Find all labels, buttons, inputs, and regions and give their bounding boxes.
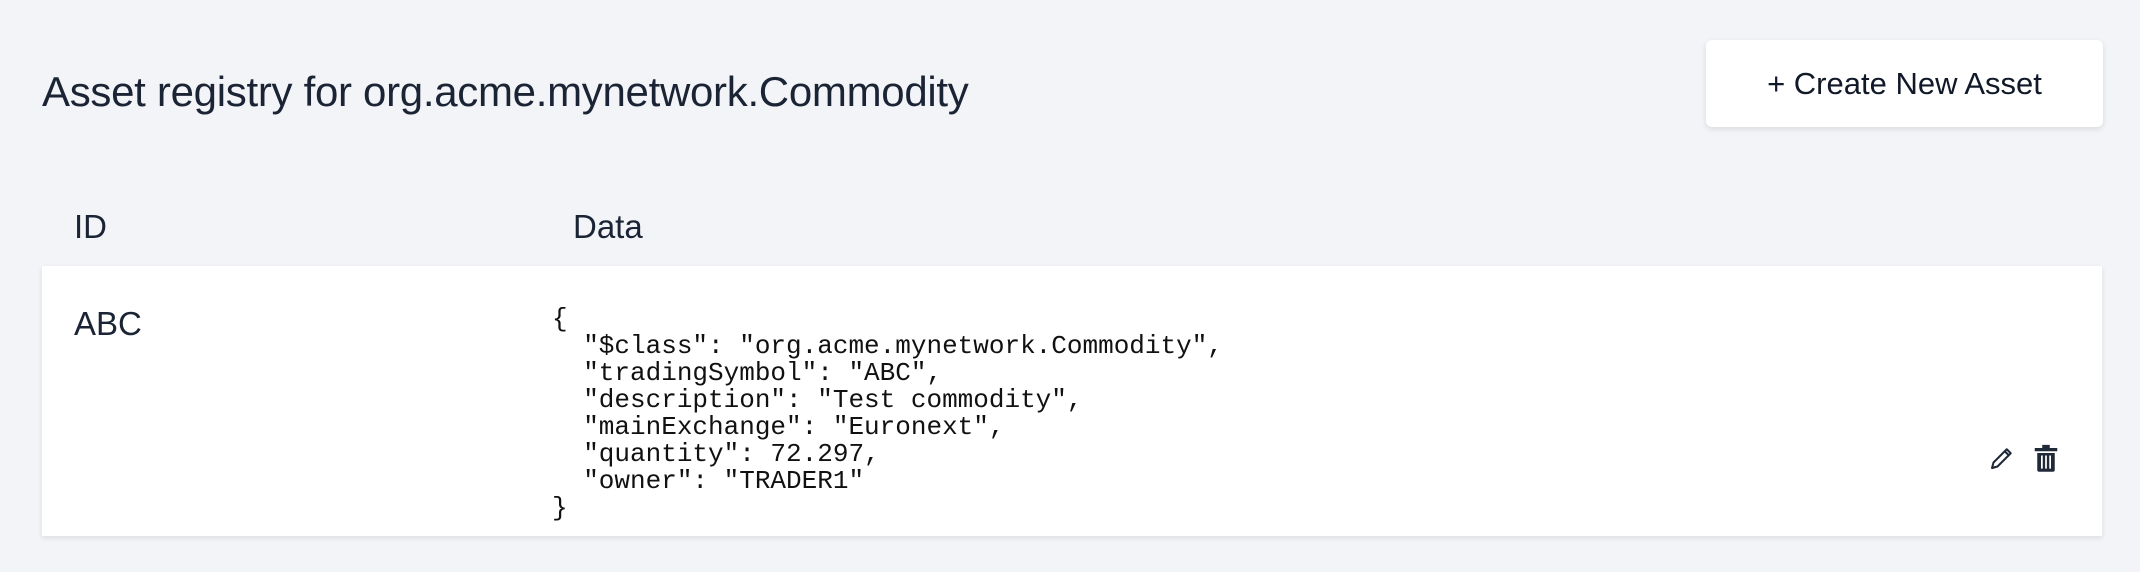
table-row: ABC { "$class": "org.acme.mynetwork.Comm… [42, 266, 2102, 536]
column-header-id: ID [74, 208, 107, 245]
trash-icon-graphic [2034, 444, 2058, 472]
pencil-icon-graphic [1991, 448, 2012, 469]
trash-icon[interactable] [2030, 442, 2062, 474]
asset-registry-page: Asset registry for org.acme.mynetwork.Co… [0, 0, 2140, 572]
page-title: Asset registry for org.acme.mynetwork.Co… [42, 68, 969, 115]
asset-id-cell: ABC [74, 305, 142, 342]
pencil-icon[interactable] [1986, 442, 2018, 474]
column-header-data: Data [573, 208, 643, 245]
create-new-asset-button[interactable]: + Create New Asset [1706, 40, 2103, 127]
asset-data-json: { "$class": "org.acme.mynetwork.Commodit… [552, 306, 1223, 523]
